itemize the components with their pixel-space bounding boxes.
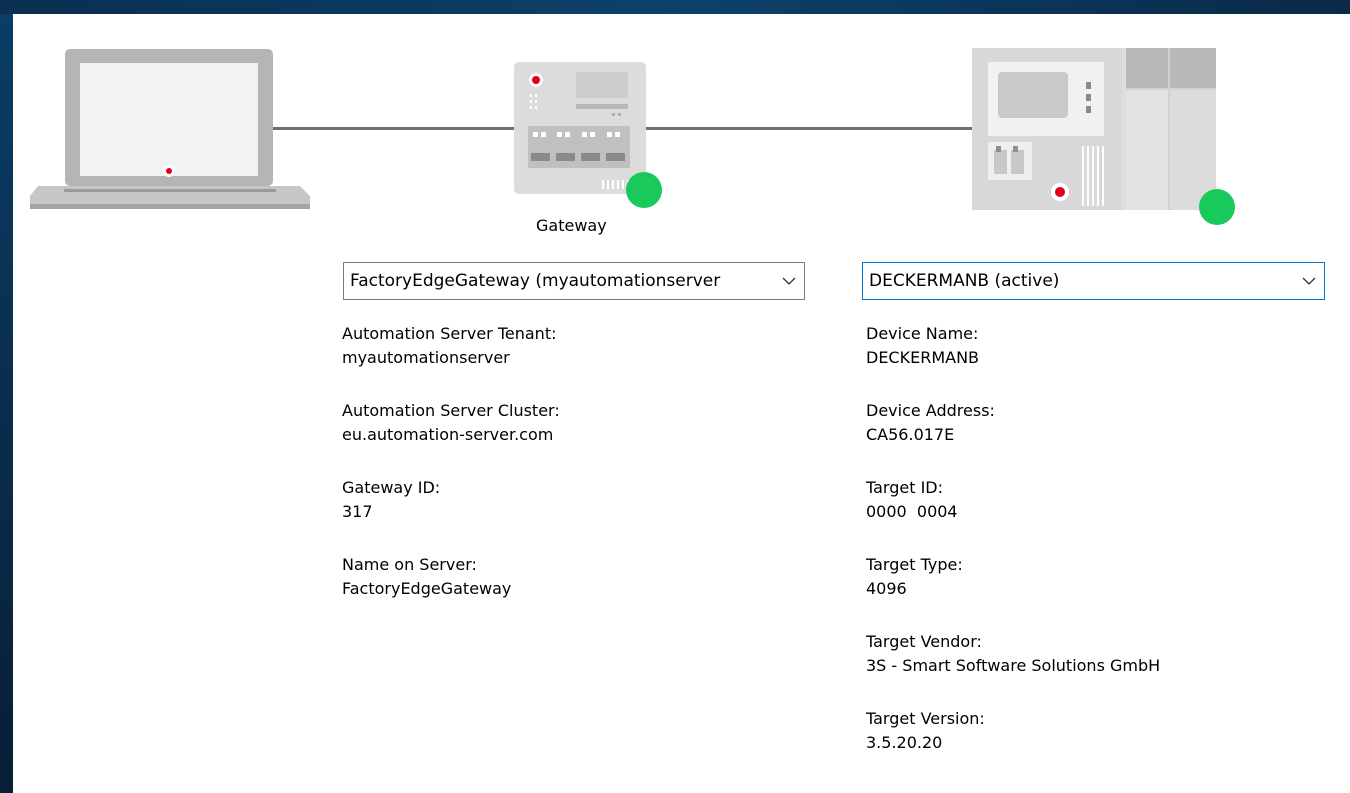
device-info-target-type: Target Type: 4096: [866, 553, 1160, 601]
laptop-icon: [30, 49, 310, 209]
connection-line-gateway-device: [645, 127, 977, 130]
gateway-info-id: Gateway ID: 317: [342, 476, 560, 524]
gateway-info-cluster: Automation Server Cluster: eu.automation…: [342, 399, 560, 447]
field-label: Name on Server:: [342, 555, 477, 574]
field-value: FactoryEdgeGateway: [342, 579, 512, 598]
field-value: 3.5.20.20: [866, 733, 943, 752]
window-frame-top: [0, 0, 1350, 14]
gateway-info-panel: Automation Server Tenant: myautomationse…: [342, 322, 560, 630]
chevron-down-icon: [1294, 277, 1324, 285]
plc-led: [1055, 187, 1065, 197]
field-label: Target Type:: [866, 555, 963, 574]
field-value: DECKERMANB: [866, 348, 980, 367]
device-select[interactable]: DECKERMANB (active): [862, 262, 1325, 300]
device-info-panel: Device Name: DECKERMANB Device Address: …: [866, 322, 1160, 784]
window-frame-left: [0, 0, 13, 793]
field-label: Automation Server Tenant:: [342, 324, 557, 343]
gateway-status-indicator: [626, 172, 662, 208]
device-select-value: DECKERMANB (active): [869, 271, 1060, 291]
field-label: Target Vendor:: [866, 632, 982, 651]
device-info-target-vendor: Target Vendor: 3S - Smart Software Solut…: [866, 630, 1160, 678]
field-label: Target Version:: [866, 709, 985, 728]
gateway-led: [532, 76, 540, 84]
field-label: Device Address:: [866, 401, 995, 420]
field-value: 0000 0004: [866, 502, 958, 521]
laptop-led: [166, 168, 172, 174]
gateway-info-server-name: Name on Server: FactoryEdgeGateway: [342, 553, 560, 601]
field-value: 317: [342, 502, 373, 521]
device-status-indicator: [1199, 189, 1235, 225]
field-label: Automation Server Cluster:: [342, 401, 560, 420]
field-value: myautomationserver: [342, 348, 510, 367]
gateway-info-tenant: Automation Server Tenant: myautomationse…: [342, 322, 560, 370]
gateway-device-icon: [514, 62, 646, 194]
field-label: Gateway ID:: [342, 478, 441, 497]
field-value: 3S - Smart Software Solutions GmbH: [866, 656, 1161, 675]
field-label: Target ID:: [866, 478, 944, 497]
device-info-name: Device Name: DECKERMANB: [866, 322, 1160, 370]
device-info-target-version: Target Version: 3.5.20.20: [866, 707, 1160, 755]
gateway-caption: Gateway: [536, 216, 607, 235]
device-info-address: Device Address: CA56.017E: [866, 399, 1160, 447]
field-value: 4096: [866, 579, 907, 598]
device-info-target-id: Target ID: 0000 0004: [866, 476, 1160, 524]
field-value: eu.automation-server.com: [342, 425, 554, 444]
field-value: CA56.017E: [866, 425, 955, 444]
gateway-select[interactable]: FactoryEdgeGateway (myautomationserver: [343, 262, 805, 300]
plc-device-icon: [972, 48, 1216, 210]
gateway-select-value: FactoryEdgeGateway (myautomationserver: [350, 271, 721, 291]
field-label: Device Name:: [866, 324, 979, 343]
chevron-down-icon: [774, 277, 804, 285]
